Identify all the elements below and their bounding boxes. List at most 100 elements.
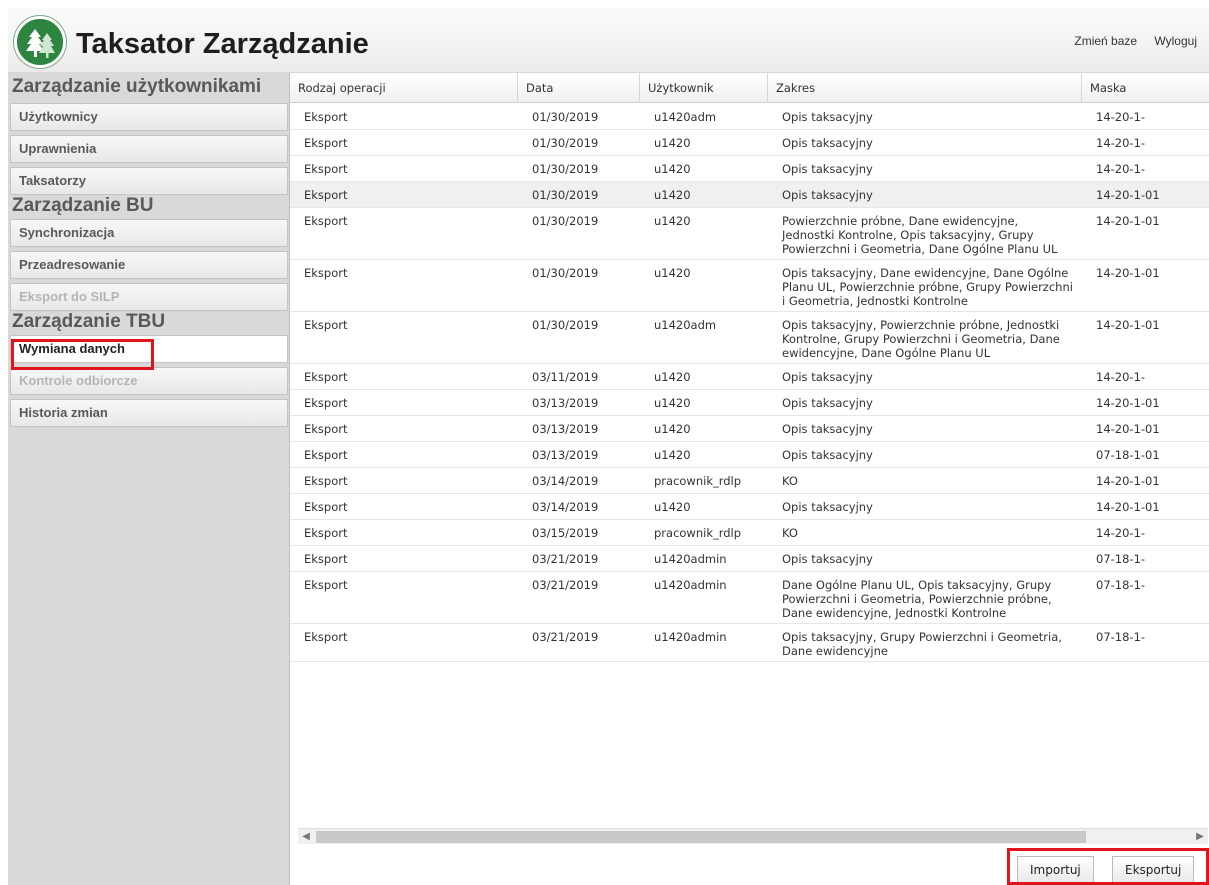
table-cell: Opis taksacyjny xyxy=(782,448,873,462)
table-row[interactable]: Eksport 03/13/2019 u1420 Opis taksacyjny 14-… xyxy=(290,390,1209,416)
table-row[interactable]: Eksport 03/13/2019 u1420 Opis taksacyjny 14-… xyxy=(290,416,1209,442)
table-cell: 14-20-1-01 xyxy=(1096,214,1160,228)
table-body: Eksport 01/30/2019 u1420adm Opis taksacyjny… xyxy=(290,104,1209,662)
horizontal-scrollbar[interactable]: ◀ ▶ xyxy=(298,828,1208,844)
table-cell: u1420 xyxy=(654,448,691,462)
table-cell: pracownik_rdlp xyxy=(654,474,742,488)
table-cell: Opis taksacyjny xyxy=(782,552,873,566)
table-cell: 01/30/2019 xyxy=(532,214,599,228)
table-cell: 07-18-1- xyxy=(1096,552,1146,566)
table-cell: Powierzchnie próbne, Dane ewidencyjne, J… xyxy=(782,214,1058,256)
table-cell: Eksport xyxy=(304,578,348,592)
table-row[interactable]: Eksport 01/30/2019 u1420adm Opis taksacyjny… xyxy=(290,312,1209,364)
logout-link[interactable]: Wyloguj xyxy=(1154,34,1197,48)
table-cell: 14-20-1- xyxy=(1096,162,1146,176)
table-row[interactable]: Eksport 01/30/2019 u1420 Opis taksacyjny 14-… xyxy=(290,182,1209,208)
table-cell: Eksport xyxy=(304,396,348,410)
section-title-tbu: Zarządzanie TBU xyxy=(12,311,166,332)
column-header-operation[interactable]: Rodzaj operacji xyxy=(290,73,518,103)
table-cell: Eksport xyxy=(304,266,348,280)
table-cell: Eksport xyxy=(304,630,348,644)
scroll-right-icon[interactable]: ▶ xyxy=(1192,830,1208,844)
table-cell: Eksport xyxy=(304,318,348,332)
table-cell: 01/30/2019 xyxy=(532,136,599,150)
table-row[interactable]: Eksport 03/11/2019 u1420 Opis taksacyjny 14-… xyxy=(290,364,1209,390)
table-header: Rodzaj operacji Data Użytkownik Zakres M… xyxy=(290,73,1209,103)
table-cell: u1420admin xyxy=(654,630,727,644)
column-header-scope[interactable]: Zakres xyxy=(768,73,1082,103)
table-cell: u1420 xyxy=(654,266,691,280)
change-db-link[interactable]: Zmień baze xyxy=(1074,34,1137,48)
table-cell: Eksport xyxy=(304,162,348,176)
table-row[interactable]: Eksport 03/21/2019 u1420admin Opis taksacyj… xyxy=(290,624,1209,662)
table-cell: 03/13/2019 xyxy=(532,448,599,462)
section-title-bu: Zarządzanie BU xyxy=(12,195,154,216)
sidebar-item-data-exchange[interactable]: Wymiana danych xyxy=(10,335,288,363)
table-cell: 03/11/2019 xyxy=(532,370,599,384)
table-cell: 03/21/2019 xyxy=(532,552,599,566)
table-cell: u1420 xyxy=(654,396,691,410)
table-cell: Opis taksacyjny, Dane ewidencyjne, Dane … xyxy=(782,266,1073,308)
table-cell: 03/21/2019 xyxy=(532,630,599,644)
table-row[interactable]: Eksport 03/13/2019 u1420 Opis taksacyjny 07-… xyxy=(290,442,1209,468)
table-cell: Eksport xyxy=(304,500,348,514)
table-cell: u1420 xyxy=(654,188,691,202)
table-cell: Eksport xyxy=(304,110,348,124)
table-row[interactable]: Eksport 03/21/2019 u1420admin Dane Ogólne P… xyxy=(290,572,1209,624)
column-header-mask[interactable]: Maska xyxy=(1082,73,1209,103)
table-row[interactable]: Eksport 01/30/2019 u1420adm Opis taksacyjny… xyxy=(290,104,1209,130)
table-cell: 14-20-1-01 xyxy=(1096,188,1160,202)
sidebar-item-acceptance-checks: Kontrole odbiorcze xyxy=(10,367,288,395)
table-cell: Eksport xyxy=(304,188,348,202)
sidebar-item-permissions[interactable]: Uprawnienia xyxy=(10,135,288,163)
sidebar-item-users[interactable]: Użytkownicy xyxy=(10,103,288,131)
scroll-left-icon[interactable]: ◀ xyxy=(298,830,314,844)
table-row[interactable]: Eksport 03/15/2019 pracownik_rdlp KO 14-20-1… xyxy=(290,520,1209,546)
table-cell: 03/15/2019 xyxy=(532,526,599,540)
table-row[interactable]: Eksport 03/14/2019 u1420 Opis taksacyjny 14-… xyxy=(290,494,1209,520)
table-cell: Eksport xyxy=(304,526,348,540)
table-cell: 01/30/2019 xyxy=(532,318,599,332)
table-cell: Opis taksacyjny xyxy=(782,370,873,384)
table-cell: Opis taksacyjny xyxy=(782,136,873,150)
sidebar-item-export-silp: Eksport do SILP xyxy=(10,283,288,311)
table-cell: u1420 xyxy=(654,500,691,514)
table-row[interactable]: Eksport 01/30/2019 u1420 Opis taksacyjny 14-… xyxy=(290,130,1209,156)
table-cell: u1420 xyxy=(654,214,691,228)
sidebar-item-assessors[interactable]: Taksatorzy xyxy=(10,167,288,195)
table-cell: 14-20-1- xyxy=(1096,110,1146,124)
table-cell: 14-20-1- xyxy=(1096,136,1146,150)
sidebar: Zarządzanie użytkownikami Użytkownicy Up… xyxy=(8,73,290,885)
table-cell: Eksport xyxy=(304,136,348,150)
table-cell: 14-20-1-01 xyxy=(1096,474,1160,488)
table-row[interactable]: Eksport 01/30/2019 u1420 Opis taksacyjny, D… xyxy=(290,260,1209,312)
table-cell: 07-18-1- xyxy=(1096,630,1146,644)
table-cell: u1420adm xyxy=(654,318,717,332)
table-cell: Opis taksacyjny xyxy=(782,500,873,514)
table-cell: 01/30/2019 xyxy=(532,266,599,280)
table-row[interactable]: Eksport 01/30/2019 u1420 Opis taksacyjny 14-… xyxy=(290,156,1209,182)
scrollbar-thumb[interactable] xyxy=(316,831,1086,843)
table-cell: 03/13/2019 xyxy=(532,396,599,410)
column-header-date[interactable]: Data xyxy=(518,73,640,103)
table-cell: 03/21/2019 xyxy=(532,578,599,592)
sidebar-item-synchronization[interactable]: Synchronizacja xyxy=(10,219,288,247)
sidebar-item-readdressing[interactable]: Przeadresowanie xyxy=(10,251,288,279)
export-button[interactable]: Eksportuj xyxy=(1112,856,1195,884)
table-cell: 01/30/2019 xyxy=(532,162,599,176)
table-cell: 03/14/2019 xyxy=(532,500,599,514)
table-cell: 14-20-1-01 xyxy=(1096,422,1160,436)
table-row[interactable]: Eksport 03/21/2019 u1420admin Opis taksacyj… xyxy=(290,546,1209,572)
sidebar-item-change-history[interactable]: Historia zmian xyxy=(10,399,288,427)
column-header-user[interactable]: Użytkownik xyxy=(640,73,768,103)
table-cell: Opis taksacyjny xyxy=(782,110,873,124)
import-button[interactable]: Importuj xyxy=(1017,856,1094,884)
table-cell: Eksport xyxy=(304,474,348,488)
table-row[interactable]: Eksport 03/14/2019 pracownik_rdlp KO 14-20-1… xyxy=(290,468,1209,494)
table-cell: 14-20-1-01 xyxy=(1096,318,1160,332)
table-cell: Dane Ogólne Planu UL, Opis taksacyjny, G… xyxy=(782,578,1052,620)
table-row[interactable]: Eksport 01/30/2019 u1420 Powierzchnie próbn… xyxy=(290,208,1209,260)
table-cell: 14-20-1- xyxy=(1096,526,1146,540)
table-cell: KO xyxy=(782,526,798,540)
table-cell: 01/30/2019 xyxy=(532,110,599,124)
